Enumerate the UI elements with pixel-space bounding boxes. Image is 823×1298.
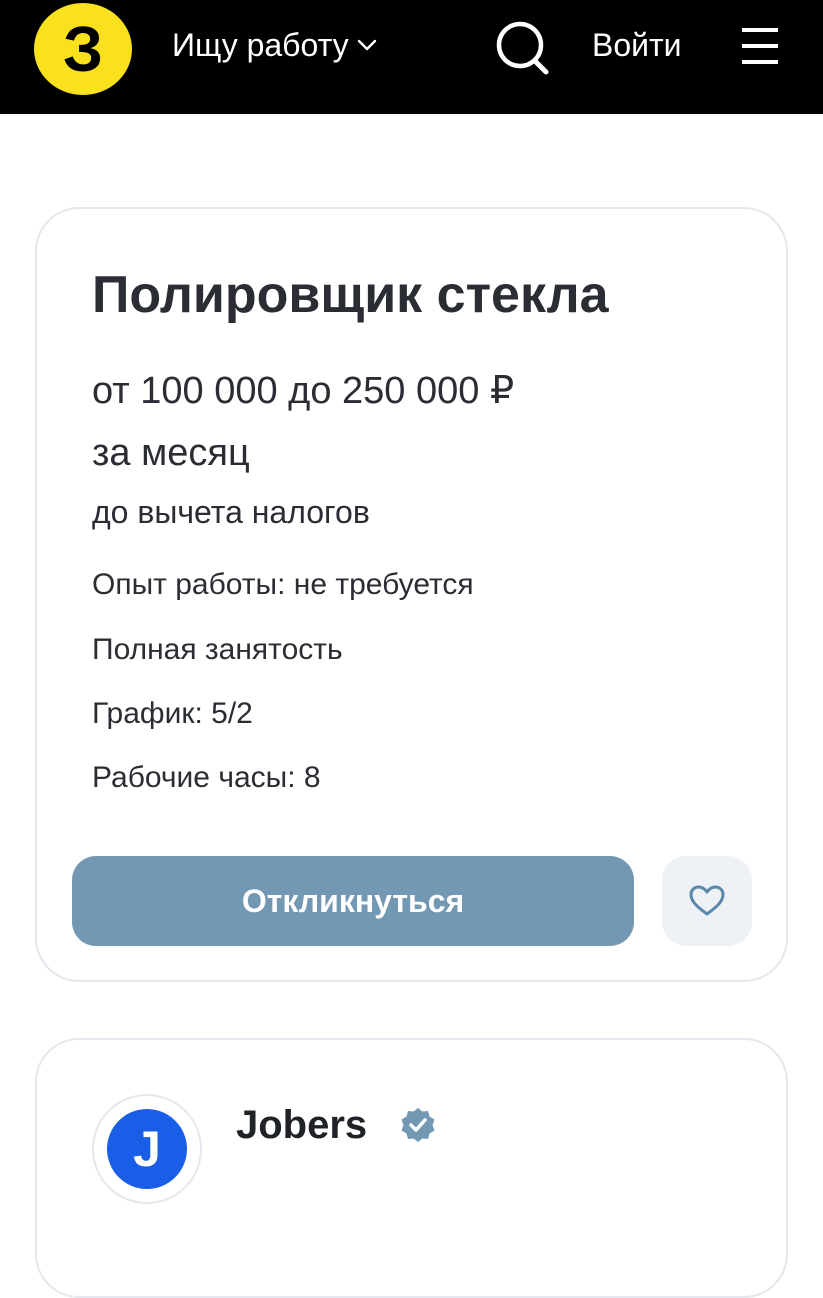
job-search-menu-label: Ищу работу <box>172 27 349 63</box>
search-icon[interactable] <box>494 18 552 76</box>
job-search-menu[interactable]: Ищу работу <box>172 22 379 68</box>
schedule-detail: График: 5/2 <box>92 697 253 730</box>
site-logo[interactable]: З <box>34 3 132 95</box>
chevron-down-icon <box>357 39 376 51</box>
hours-detail: Рабочие часы: 8 <box>92 761 321 794</box>
tax-note: до вычета налогов <box>92 494 370 530</box>
salary-range: от 100 000 до 250 000 ₽ <box>92 370 515 412</box>
top-header: З Ищу работу Войти <box>0 0 823 114</box>
company-logo[interactable]: J <box>92 1094 202 1204</box>
menu-icon[interactable] <box>738 24 782 68</box>
salary-period: за месяц <box>92 432 250 474</box>
vacancy-title: Полировщик стекла <box>92 266 609 324</box>
verified-badge-icon <box>401 1108 435 1142</box>
respond-button[interactable]: Откликнуться <box>72 856 634 946</box>
employment-detail: Полная занятость <box>92 633 343 666</box>
company-card: J Jobers <box>35 1038 788 1298</box>
company-logo-letter: J <box>107 1109 187 1189</box>
vacancy-card: Полировщик стекла от 100 000 до 250 000 … <box>35 207 788 982</box>
heart-icon <box>689 885 725 916</box>
login-link[interactable]: Войти <box>592 22 682 68</box>
company-name[interactable]: Jobers <box>236 1100 367 1150</box>
experience-detail: Опыт работы: не требуется <box>92 568 474 601</box>
favorite-button[interactable] <box>662 856 752 946</box>
